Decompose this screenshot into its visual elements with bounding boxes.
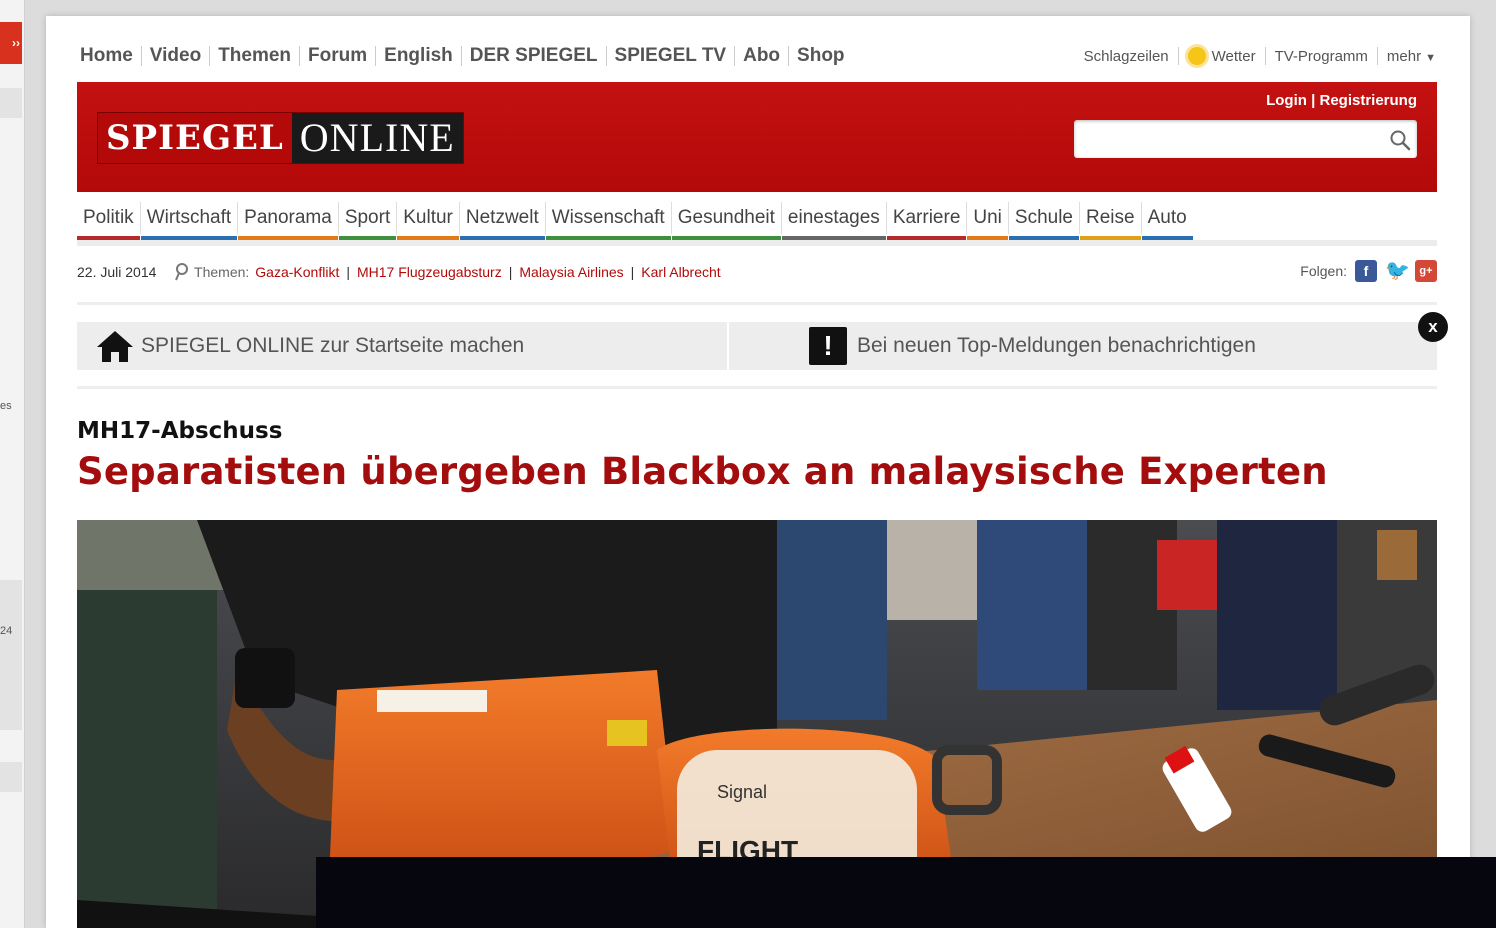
topic-malaysia-airlines[interactable]: Malaysia Airlines	[519, 264, 623, 280]
masthead: SPIEGEL ONLINE Login | Registrierung	[77, 82, 1437, 192]
section-label: Kultur	[403, 207, 453, 228]
notify-button[interactable]: ! Bei neuen Top-Meldungen benachrichtige…	[727, 322, 1437, 370]
spiegel-page: Home Video Themen Forum English DER SPIE…	[46, 16, 1470, 928]
section-gesundheit[interactable]: Gesundheit	[670, 202, 781, 240]
section-wissenschaft[interactable]: Wissenschaft	[544, 202, 671, 240]
dateline: 22. Juli 2014 Themen: Gaza-Konflikt | MH1…	[77, 260, 1437, 284]
sliver-bar	[0, 88, 22, 118]
section-wirtschaft[interactable]: Wirtschaft	[139, 202, 238, 240]
topic-mh17[interactable]: MH17 Flugzeugabsturz	[357, 264, 502, 280]
nav-home[interactable]: Home	[80, 45, 133, 67]
nav-wetter[interactable]: Wetter	[1212, 48, 1256, 65]
nav-schlagzeilen[interactable]: Schlagzeilen	[1084, 48, 1169, 65]
chevron-down-icon: ▼	[1425, 51, 1436, 64]
register-link[interactable]: Registrierung	[1319, 92, 1417, 109]
sliver-text: es	[0, 400, 12, 412]
section-label: Wissenschaft	[551, 207, 665, 228]
login-links: Login | Registrierung	[1266, 92, 1417, 109]
section-label: Reise	[1086, 207, 1135, 228]
logo-online: ONLINE	[291, 113, 463, 163]
nav-abo[interactable]: Abo	[743, 45, 780, 67]
date: 22. Juli 2014	[77, 264, 157, 280]
nav-video[interactable]: Video	[150, 45, 201, 67]
section-label: Wirtschaft	[146, 207, 232, 228]
section-netzwelt[interactable]: Netzwelt	[458, 202, 545, 240]
sliver-bar	[0, 580, 22, 730]
sliver-bar	[0, 762, 22, 792]
nav-shop[interactable]: Shop	[797, 45, 845, 67]
expand-arrow-button[interactable]: ››	[0, 22, 22, 64]
twitter-icon[interactable]: 🐦	[1385, 260, 1410, 282]
nav-spiegel-tv[interactable]: SPIEGEL TV	[615, 45, 727, 67]
section-label: Netzwelt	[465, 207, 539, 228]
section-label: Sport	[344, 207, 391, 228]
nav-mehr[interactable]: mehr ▼	[1387, 48, 1436, 65]
topic-gaza[interactable]: Gaza-Konflikt	[255, 264, 339, 280]
info-bar: SPIEGEL ONLINE zur Startseite machen ! B…	[77, 322, 1437, 370]
themen-label: Themen:	[174, 263, 249, 281]
photo-text-signal: Signal	[717, 782, 767, 802]
section-label: Uni	[973, 207, 1002, 228]
section-label: Karriere	[892, 207, 961, 228]
folgen-label: Folgen:	[1300, 263, 1347, 279]
google-plus-icon[interactable]: g+	[1415, 260, 1437, 282]
section-label: Schule	[1014, 207, 1074, 228]
section-einestages[interactable]: einestages	[780, 202, 886, 240]
nav-english[interactable]: English	[384, 45, 453, 67]
nav-forum[interactable]: Forum	[308, 45, 367, 67]
logo-spiegel: SPIEGEL	[98, 113, 292, 163]
follow-links: Folgen: f 🐦 g+	[1300, 260, 1437, 282]
nav-themen[interactable]: Themen	[218, 45, 291, 67]
facebook-icon[interactable]: f	[1355, 260, 1377, 282]
home-icon	[97, 331, 133, 362]
section-sport[interactable]: Sport	[337, 202, 397, 240]
alert-icon: !	[809, 327, 847, 365]
login-link[interactable]: Login	[1266, 92, 1307, 109]
section-schule[interactable]: Schule	[1007, 202, 1080, 240]
section-politik[interactable]: Politik	[77, 202, 140, 240]
previous-page-sliver: ›› es 24	[0, 0, 25, 928]
divider	[77, 302, 1437, 305]
section-kultur[interactable]: Kultur	[396, 202, 459, 240]
top-navigation: Home Video Themen Forum English DER SPIE…	[80, 44, 845, 68]
search-icon[interactable]	[1389, 129, 1411, 151]
section-karriere[interactable]: Karriere	[885, 202, 967, 240]
section-label: Auto	[1147, 207, 1187, 228]
nav-tv-programm[interactable]: TV-Programm	[1275, 48, 1368, 65]
section-auto[interactable]: Auto	[1140, 202, 1193, 240]
startpage-label: SPIEGEL ONLINE zur Startseite machen	[141, 334, 525, 357]
spiegel-online-logo[interactable]: SPIEGEL ONLINE	[97, 112, 464, 164]
themen-text: Themen:	[194, 264, 250, 280]
section-label: Panorama	[244, 207, 332, 228]
section-panorama[interactable]: Panorama	[237, 202, 338, 240]
nav-der-spiegel[interactable]: DER SPIEGEL	[470, 45, 598, 67]
close-icon[interactable]: x	[1418, 312, 1448, 342]
video-overlay	[316, 857, 1496, 928]
section-label: Politik	[83, 207, 134, 228]
search-box	[1074, 120, 1417, 158]
mehr-label: mehr	[1386, 47, 1422, 65]
article-kicker: MH17-Abschuss	[77, 418, 283, 444]
divider	[77, 386, 1437, 389]
startpage-button[interactable]: SPIEGEL ONLINE zur Startseite machen	[77, 322, 727, 370]
sliver-text: 24	[0, 625, 13, 637]
sun-icon	[1187, 47, 1206, 65]
topic-karl-albrecht[interactable]: Karl Albrecht	[641, 264, 720, 280]
pin-icon	[175, 263, 189, 281]
section-underline	[77, 240, 1437, 246]
section-label: Gesundheit	[677, 207, 775, 228]
article-headline[interactable]: Separatisten übergeben Blackbox an malay…	[77, 450, 1328, 493]
section-reise[interactable]: Reise	[1079, 202, 1141, 240]
section-label: einestages	[787, 207, 880, 228]
notify-label: Bei neuen Top-Meldungen benachrichtigen	[857, 334, 1256, 357]
section-navigation: Politik Wirtschaft Panorama Sport Kultur Netz…	[77, 202, 1437, 240]
search-input[interactable]	[1080, 122, 1384, 158]
service-navigation: Schlagzeilen Wetter TV-Programm mehr ▼	[1084, 44, 1436, 68]
login-separator: |	[1311, 92, 1316, 109]
section-uni[interactable]: Uni	[966, 202, 1008, 240]
